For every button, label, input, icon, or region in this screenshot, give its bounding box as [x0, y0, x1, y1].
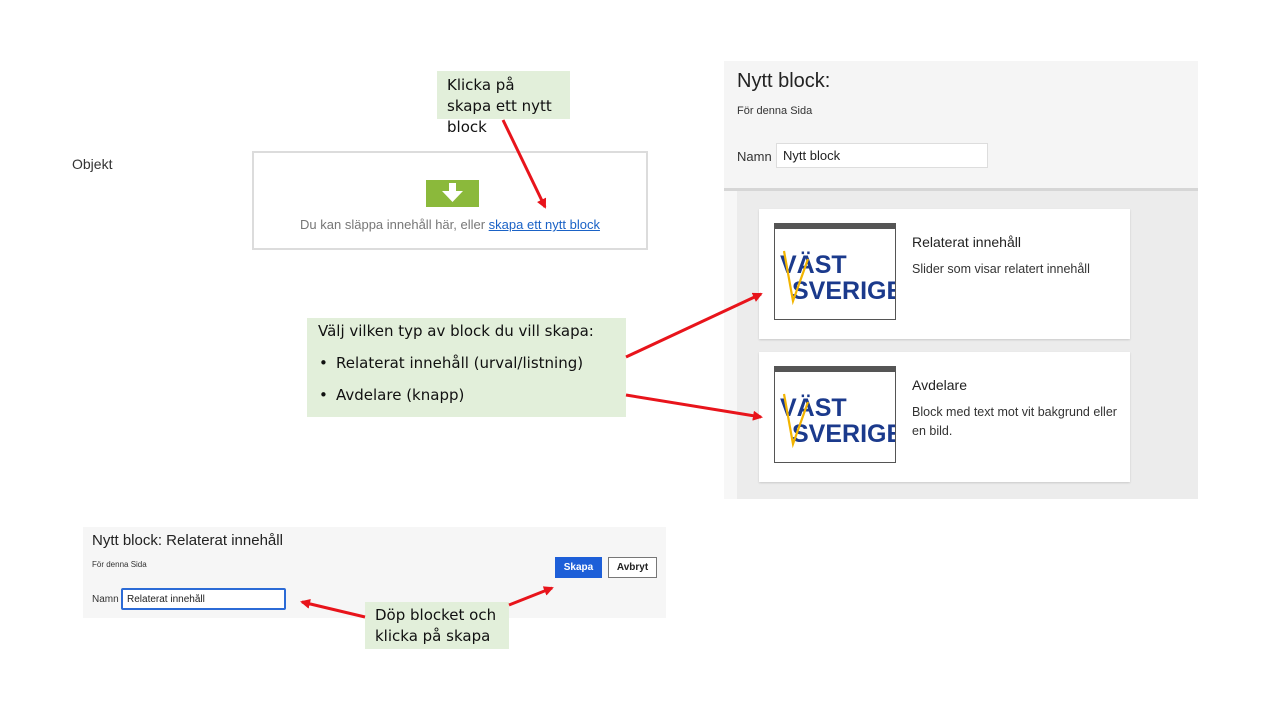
block-type-list: VÄST SVERIGE Relaterat innehåll Slider s…: [737, 191, 1198, 499]
logo-top-text: VÄST: [780, 251, 847, 279]
vastsverige-logo: VÄST SVERIGE: [774, 223, 903, 320]
dialog-header: Nytt block: För denna Sida Namn: [724, 61, 1198, 191]
drop-zone-hint: Du kan släppa innehåll här, eller: [300, 217, 489, 232]
objekt-label: Objekt: [72, 156, 113, 172]
block-type-description: Slider som visar relatert innehåll: [912, 262, 1090, 276]
name-label: Namn: [92, 594, 119, 605]
dialog-subtitle: För denna Sida: [737, 105, 813, 117]
vastsverige-logo: VÄST SVERIGE: [774, 366, 903, 463]
callout-choose-title: Välj vilken typ av block du vill skapa:: [318, 322, 594, 340]
create-new-block-link[interactable]: skapa ett nytt block: [489, 217, 600, 232]
callout-choose-item: Relaterat innehåll (urval/listning): [318, 353, 615, 374]
cancel-button[interactable]: Avbryt: [608, 557, 657, 578]
drop-zone-text: Du kan släppa innehåll här, eller skapa …: [254, 217, 646, 232]
drop-zone[interactable]: Du kan släppa innehåll här, eller skapa …: [252, 151, 648, 250]
logo-bottom-text: SVERIGE: [792, 277, 895, 305]
block-type-title: Relaterat innehåll: [912, 234, 1021, 250]
create-button[interactable]: Skapa: [555, 557, 602, 578]
name-input[interactable]: [121, 588, 286, 610]
callout-rename-and-create: Döp blocket och klicka på skapa: [365, 602, 509, 649]
callout-choose-item: Avdelare (knapp): [318, 385, 615, 406]
name-label: Namn: [737, 149, 772, 164]
name-input[interactable]: [776, 143, 988, 168]
callout-choose-block-type: Välj vilken typ av block du vill skapa: …: [307, 318, 626, 417]
new-block-dialog: Nytt block: För denna Sida Namn VÄST SVE…: [724, 61, 1198, 499]
dialog-subtitle: För denna Sida: [92, 560, 147, 569]
block-type-description: Block med text mot vit bakgrund eller en…: [912, 405, 1117, 438]
logo-top-text: VÄST: [780, 394, 847, 422]
download-arrow-icon: [426, 180, 479, 207]
dialog-title: Nytt block:: [737, 70, 831, 92]
block-type-card-avdelare[interactable]: VÄST SVERIGE Avdelare Block med text mot…: [759, 352, 1130, 482]
logo-bottom-text: SVERIGE: [792, 420, 895, 448]
dialog-title: Nytt block: Relaterat innehåll: [92, 532, 283, 549]
block-type-title: Avdelare: [912, 377, 968, 393]
callout-create-block: Klicka på skapa ett nytt block: [437, 71, 570, 136]
block-type-card-relaterat[interactable]: VÄST SVERIGE Relaterat innehåll Slider s…: [759, 209, 1130, 339]
